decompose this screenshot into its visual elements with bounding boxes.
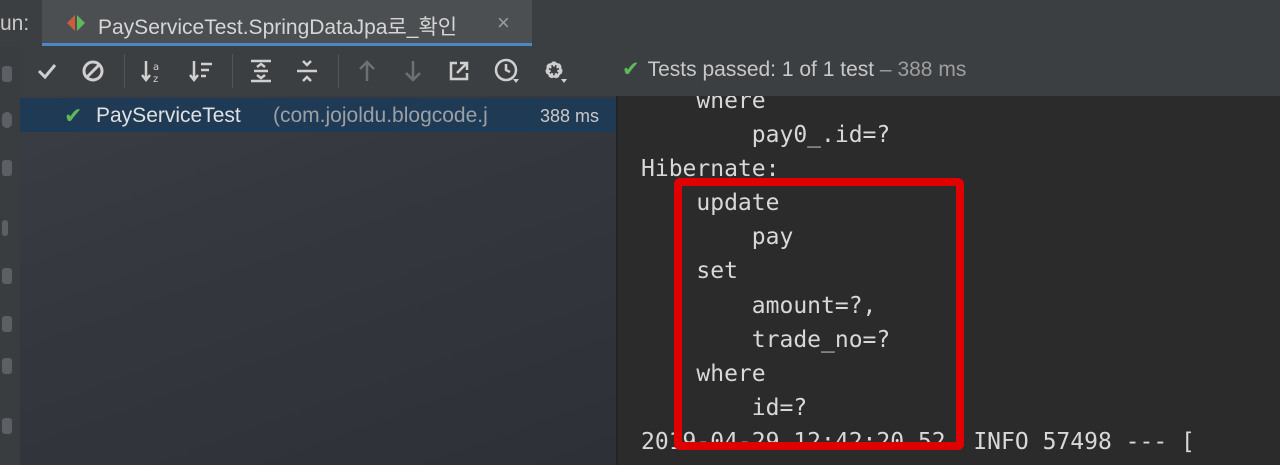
toolbar-separator (124, 54, 125, 88)
export-icon[interactable] (2, 316, 12, 332)
sort-by-duration-icon (189, 61, 212, 83)
gear-icon (545, 61, 567, 83)
export-icon (449, 61, 469, 81)
passed-check-icon: ✔ (64, 103, 83, 128)
next-failed-button[interactable] (398, 56, 428, 86)
side-tool-strip (0, 46, 21, 465)
rerun-icon[interactable] (2, 66, 12, 82)
layout-icon[interactable] (2, 220, 8, 236)
sort-alphabetically-icon: az (141, 61, 159, 84)
ignored-icon (82, 60, 104, 82)
show-passed-button[interactable] (32, 56, 62, 86)
check-icon (37, 64, 57, 80)
sort-duration-button[interactable] (186, 56, 216, 86)
close-icon[interactable]: × (497, 10, 510, 36)
collapse-all-icon (297, 60, 317, 82)
test-runner-toolbar: az ✔ Tests passed: 1 of 1 test – 388 ms (20, 46, 1280, 97)
sort-alpha-button[interactable]: az (138, 56, 168, 86)
console-line: pay0_.id=? (641, 122, 891, 148)
tree-item-payservicetest[interactable]: ✔ PayServiceTest (com.jojoldu.blogcode.j… (20, 98, 616, 132)
test-tree: ✔ PayServiceTest (com.jojoldu.blogcode.j… (20, 96, 616, 465)
arrow-up-icon (359, 60, 375, 81)
grid-icon[interactable] (2, 418, 12, 434)
run-tab-bar: un: PayServiceTest.SpringDataJpa로_확인 × (0, 0, 1280, 47)
settings-button[interactable] (540, 56, 570, 86)
run-label: un: (0, 12, 30, 35)
print-icon[interactable] (2, 268, 12, 284)
test-status: ✔ Tests passed: 1 of 1 test – 388 ms (622, 57, 966, 82)
expand-all-button[interactable] (246, 56, 276, 86)
svg-text:z: z (153, 74, 158, 84)
test-run-icon (67, 15, 85, 31)
show-ignored-button[interactable] (78, 56, 108, 86)
console-line: where (641, 96, 766, 114)
status-duration: 388 ms (897, 58, 967, 81)
tree-item-package: (com.jojoldu.blogcode.j (273, 104, 488, 127)
status-lead: Tests passed: (647, 58, 777, 81)
highlight-box (674, 178, 964, 450)
stop-icon[interactable] (2, 112, 12, 128)
passed-check-icon: ✔ (622, 58, 640, 81)
toolbar-separator (232, 54, 233, 88)
svg-text:a: a (153, 62, 159, 73)
tree-item-duration: 388 ms (540, 106, 600, 126)
status-count: 1 of 1 test (781, 58, 875, 81)
status-separator: – (874, 58, 898, 81)
collapse-all-button[interactable] (292, 56, 322, 86)
toolbar-separator (338, 54, 339, 88)
test-history-button[interactable] (492, 56, 522, 86)
history-clock-icon (494, 58, 519, 83)
tree-item-name: PayServiceTest (96, 104, 241, 127)
arrow-down-icon (405, 61, 421, 82)
expand-all-icon (251, 59, 271, 83)
tab-title: PayServiceTest.SpringDataJpa로_확인 (98, 16, 458, 39)
export-results-button[interactable] (444, 56, 474, 86)
previous-failed-button[interactable] (352, 56, 382, 86)
tab-test-run[interactable]: PayServiceTest.SpringDataJpa로_확인 × (42, 0, 532, 46)
pin-icon[interactable] (2, 160, 12, 176)
frame-icon[interactable] (2, 358, 12, 374)
